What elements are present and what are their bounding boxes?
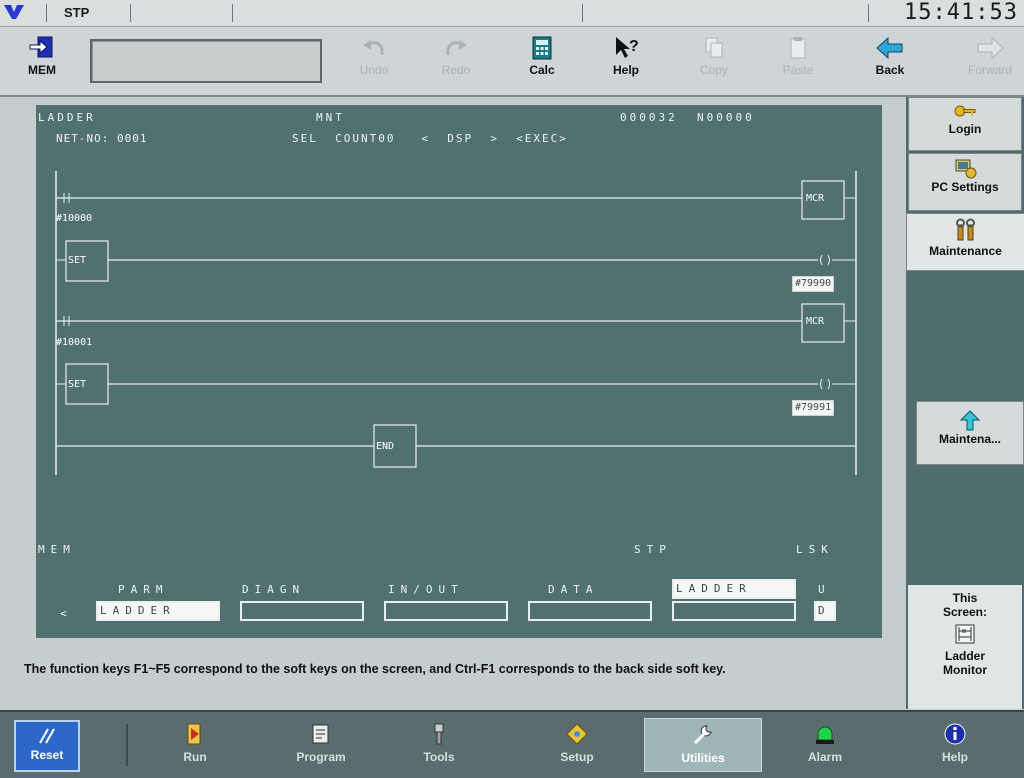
alarm-lamp-icon (816, 726, 834, 744)
status-separator (582, 4, 583, 22)
paste-button[interactable]: Paste (768, 33, 828, 91)
copy-button[interactable]: Copy (684, 33, 744, 91)
redo-button[interactable]: Redo (426, 33, 486, 91)
help-nav-button[interactable]: Help (910, 718, 1000, 772)
info-icon (944, 723, 966, 745)
up-arrow-icon (959, 410, 981, 431)
this-label: This (952, 591, 978, 605)
ladder-header-mode: MNT (316, 111, 345, 124)
reset-button[interactable]: Reset (14, 720, 80, 772)
softkey-5-ladder[interactable] (672, 601, 796, 621)
ladder-header-title: LADDER (38, 111, 96, 124)
svg-text:?: ? (629, 38, 639, 55)
run-icon (187, 723, 201, 745)
pc-settings-icon (955, 159, 977, 179)
program-nav-button[interactable]: Program (276, 718, 366, 772)
forward-button[interactable]: Forward (958, 33, 1022, 91)
mcr-coil-label[interactable]: MCR (806, 193, 824, 204)
run-mode-indicator: STP (64, 5, 90, 20)
set-block-label[interactable]: SET (68, 255, 86, 266)
calculator-icon (532, 36, 552, 60)
end-block-label[interactable]: END (376, 441, 394, 452)
forward-arrow-icon (977, 36, 1004, 60)
status-separator (46, 4, 47, 22)
footer-lsk: LSK (796, 543, 834, 556)
contact-address: #10000 (56, 213, 93, 224)
status-separator (232, 4, 233, 22)
softkey-5-top: LADDER (672, 579, 796, 599)
footer-mem: MEM (38, 543, 76, 556)
undo-icon (363, 40, 384, 55)
clock: 15:41:53 (904, 0, 1018, 25)
utilities-nav-button[interactable]: Utilities (644, 718, 762, 772)
screen-label: Screen: (942, 605, 988, 619)
footer-stp: STP (634, 543, 672, 556)
yaskawa-logo-icon (4, 5, 24, 19)
redo-icon (446, 40, 467, 55)
reset-icon (39, 728, 55, 744)
maintenance-icon (955, 218, 975, 241)
back-arrow-icon (876, 36, 903, 60)
ladder-monitor-screen: LADDER MNT 000032 N00000 NET-NO: 0001 SE… (36, 105, 882, 638)
softkey-1-ladder[interactable]: LADDER (96, 601, 220, 621)
calc-button[interactable]: Calc (512, 33, 572, 91)
softkey-3-top: IN/OUT (388, 583, 464, 596)
current-screen-info: This Screen: Ladder Monitor (908, 585, 1022, 709)
softkey-6-top: U (818, 583, 831, 596)
tools-icon (434, 723, 444, 745)
selection-line: SEL COUNT00 < DSP > <EXEC> (292, 132, 568, 145)
toolbar: MEM Undo Redo Calc ? Help Copy Paste Bac… (0, 27, 1024, 97)
softkey-3-inout[interactable] (384, 601, 508, 621)
status-separator (868, 4, 869, 22)
pc-settings-tab[interactable]: PC Settings (908, 153, 1022, 211)
mem-button[interactable]: MEM (14, 33, 70, 91)
maintenance-tab[interactable]: Maintenance (906, 213, 1024, 271)
mem-icon (29, 36, 53, 58)
wrench-icon (693, 725, 712, 745)
setup-nav-button[interactable]: Setup (532, 718, 622, 772)
undo-button[interactable]: Undo (344, 33, 404, 91)
softkey-4-data[interactable] (528, 601, 652, 621)
softkey-back-arrow[interactable]: < (60, 607, 73, 620)
bottom-navigation: Reset Run Program Tools Setup Utilities … (0, 710, 1024, 778)
right-panel: Login PC Settings Maintenance Maintena..… (906, 97, 1024, 709)
output-address: #79990 (792, 276, 835, 292)
maintenance-subscreen-button[interactable]: Maintena... (916, 401, 1024, 465)
softkey-6-box[interactable]: D (814, 601, 836, 621)
login-tab[interactable]: Login (908, 97, 1022, 151)
help-pointer-icon: ? (616, 37, 639, 58)
copy-icon (705, 37, 723, 58)
contact-address: #10001 (56, 337, 93, 348)
set-block-label[interactable]: SET (68, 379, 86, 390)
back-button[interactable]: Back (862, 33, 918, 91)
screen-name-line1: Ladder (944, 649, 985, 663)
status-separator (130, 4, 131, 22)
run-nav-button[interactable]: Run (150, 718, 240, 772)
softkey-1-top: PARM (118, 583, 169, 596)
key-icon (954, 105, 976, 117)
help-button[interactable]: ? Help (596, 33, 656, 91)
screen-name-line2: Monitor (943, 663, 987, 677)
output-address: #79991 (792, 400, 835, 416)
ladder-screen-icon (955, 624, 975, 644)
mcr-coil-label[interactable]: MCR (806, 316, 824, 327)
paste-icon (790, 37, 806, 59)
tools-nav-button[interactable]: Tools (394, 718, 484, 772)
help-info-text: The function keys F1~F5 correspond to th… (24, 662, 726, 676)
nav-separator (126, 724, 128, 766)
memory-display-field (90, 39, 322, 83)
setup-icon (566, 723, 588, 745)
softkey-4-top: DATA (548, 583, 599, 596)
softkey-2-top: DIAGN (242, 583, 306, 596)
ladder-diagram (55, 171, 857, 475)
net-number: NET-NO: 0001 (56, 132, 148, 145)
program-icon (312, 724, 329, 744)
ladder-header-counter: 000032 N00000 (620, 111, 755, 124)
alarm-nav-button[interactable]: Alarm (780, 718, 870, 772)
softkey-2-diagn[interactable] (240, 601, 364, 621)
status-bar: STP 15:41:53 (0, 0, 1024, 27)
